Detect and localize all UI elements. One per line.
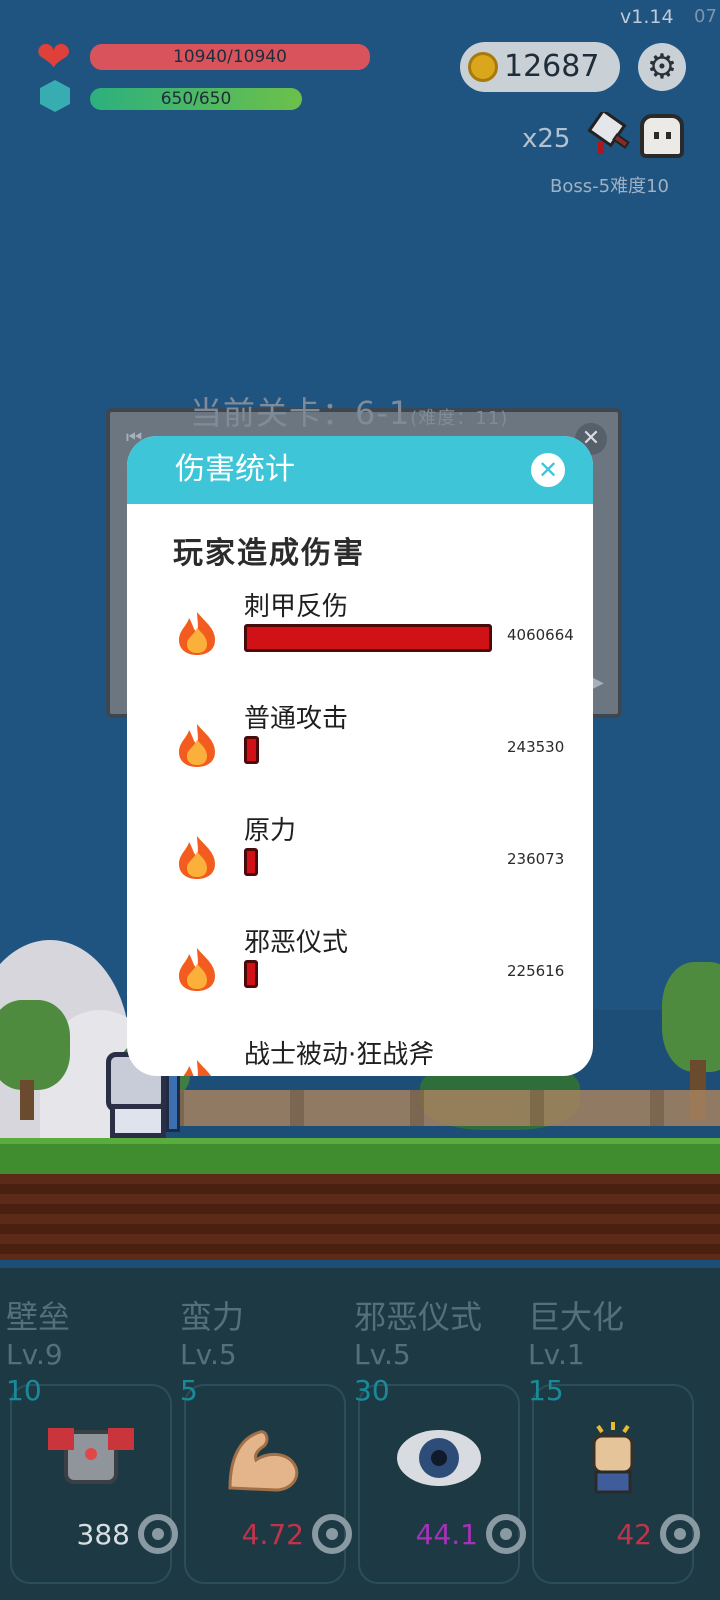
fire-icon	[175, 722, 219, 768]
ghost-icon	[640, 114, 684, 158]
skill-value: 4.72	[241, 1518, 304, 1551]
skill-upgrade-gear-icon[interactable]	[312, 1514, 352, 1554]
damage-source-name: 刺甲反伤	[244, 592, 349, 622]
dirt-ground	[0, 1174, 720, 1260]
fire-icon	[175, 610, 219, 656]
modal-header: 伤害统计 ✕	[127, 436, 593, 504]
stage-title: 当前关卡：6-1(难度：11)	[190, 388, 508, 434]
modal-close-button[interactable]: ✕	[531, 453, 565, 487]
grass-ground	[0, 1138, 720, 1174]
fire-icon	[175, 834, 219, 880]
stage-title-text: 当前关卡：6-1	[190, 394, 411, 432]
skill-value: 42	[616, 1518, 652, 1551]
damage-source-name: 普通攻击	[244, 704, 349, 734]
fence	[170, 1090, 720, 1126]
section-title: 玩家造成伤害	[173, 536, 365, 571]
coin-icon	[468, 52, 498, 82]
damage-bar	[244, 736, 259, 764]
skill-cost: 15	[528, 1374, 564, 1407]
coin-counter: 12687	[460, 42, 620, 92]
damage-value: 225616	[507, 962, 565, 980]
damage-row: 普通攻击 243530	[127, 698, 593, 810]
skill-level: Lv.1	[528, 1338, 585, 1371]
skill-upgrade-gear-icon[interactable]	[660, 1514, 700, 1554]
gear-icon: ⚙	[646, 47, 678, 87]
skill-cost: 5	[180, 1374, 198, 1407]
skill-value: 44.1	[415, 1518, 478, 1551]
damage-row: 原力 236073	[127, 810, 593, 922]
knight-body	[110, 1104, 166, 1138]
tree	[662, 962, 720, 1072]
damage-source-name: 邪恶仪式	[244, 928, 349, 958]
stage-difficulty: (难度：11)	[410, 408, 509, 429]
skill-level: Lv.5	[180, 1338, 237, 1371]
skill-level: Lv.5	[354, 1338, 411, 1371]
armor-icon	[46, 1418, 136, 1498]
skill-upgrade-gear-icon[interactable]	[486, 1514, 526, 1554]
damage-source-name: 原力	[244, 816, 297, 846]
skill-cost: 30	[354, 1374, 390, 1407]
skill-card[interactable]: 蛮力 Lv.5 5 4.72	[174, 1292, 352, 1592]
mp-text: 650/650	[160, 89, 232, 109]
version-extra-label: 07	[694, 6, 717, 27]
damage-row: 邪恶仪式 225616	[127, 922, 593, 1034]
damage-value: 243530	[507, 738, 565, 756]
damage-list: 刺甲反伤 4060664 普通攻击 243530 原力 236073 邪恶仪式 225616 战…	[127, 586, 593, 1076]
skill-level: Lv.9	[6, 1338, 63, 1371]
raised-fist-icon	[568, 1418, 658, 1498]
skill-card[interactable]: 巨大化 Lv.1 15 42	[522, 1292, 700, 1592]
damage-stats-modal: 伤害统计 ✕ 玩家造成伤害 刺甲反伤 4060664 普通攻击 243530 原力 236…	[127, 436, 593, 1076]
skill-name: 邪恶仪式	[354, 1298, 483, 1336]
damage-row: 刺甲反伤 4060664	[127, 586, 593, 698]
boss-label: Boss-5难度10	[550, 176, 669, 197]
fire-icon	[175, 946, 219, 992]
damage-bar	[244, 960, 258, 988]
hp-bar: 10940/10940	[90, 44, 370, 70]
fire-icon	[175, 1058, 219, 1076]
knight-sword	[166, 1072, 180, 1132]
skill-name: 蛮力	[180, 1298, 245, 1336]
damage-value: 4060664	[507, 626, 574, 644]
eye-icon	[394, 1418, 484, 1498]
mp-bar: 650/650	[90, 88, 302, 110]
damage-source-name: 战士被动·狂战斧	[244, 1040, 435, 1070]
version-label: v1.14	[620, 6, 674, 28]
skill-upgrade-gear-icon[interactable]	[138, 1514, 178, 1554]
skill-card[interactable]: 壁垒 Lv.9 10 388	[0, 1292, 178, 1592]
cleaver-icon	[587, 112, 630, 154]
coin-amount: 12687	[504, 49, 600, 84]
muscle-arm-icon	[220, 1418, 310, 1498]
tree-trunk	[20, 1080, 34, 1120]
hp-text: 10940/10940	[173, 47, 287, 67]
tree	[0, 1000, 70, 1090]
damage-bar	[244, 848, 258, 876]
heart-icon: ❤	[36, 32, 72, 81]
skill-card[interactable]: 邪恶仪式 Lv.5 30 44.1	[348, 1292, 526, 1592]
settings-button[interactable]: ⚙	[638, 43, 686, 91]
skill-name: 壁垒	[6, 1298, 71, 1336]
damage-bar	[244, 624, 492, 652]
skill-value: 388	[76, 1518, 130, 1551]
damage-value: 236073	[507, 850, 565, 868]
kill-multiplier: x25	[522, 124, 571, 154]
modal-title: 伤害统计	[175, 452, 295, 487]
skill-cost: 10	[6, 1374, 42, 1407]
damage-row: 战士被动·狂战斧	[127, 1034, 593, 1076]
skill-name: 巨大化	[528, 1298, 625, 1336]
